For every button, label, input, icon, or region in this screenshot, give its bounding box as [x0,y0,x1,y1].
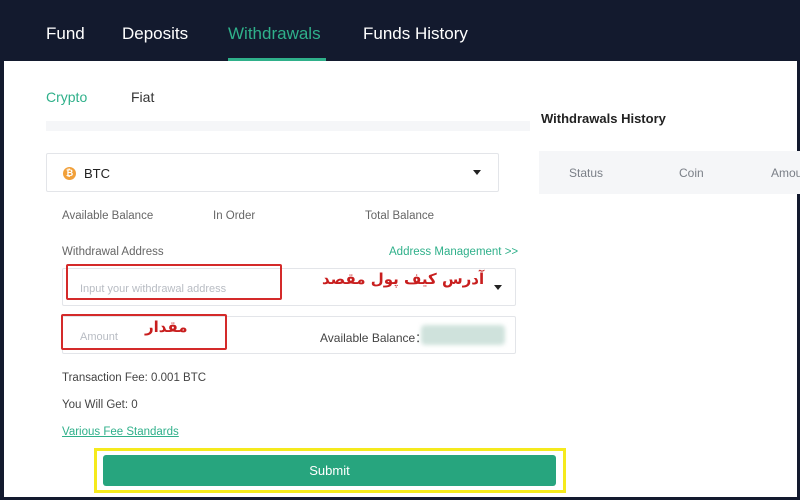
section-divider [46,121,530,131]
history-col-status: Status [569,166,604,180]
address-dropdown-icon[interactable] [494,285,502,290]
history-col-coin: Coin [679,166,704,180]
available-balance-label: Available Balance [62,210,154,222]
active-tab-underline [228,58,326,61]
amount-annotation: مقدار [145,318,188,336]
submit-button[interactable]: Submit [103,455,556,486]
withdrawals-history-title: Withdrawals History [541,111,666,126]
available-balance-value-blurred [421,325,505,345]
tab-fund[interactable]: Fund [46,24,85,44]
bitcoin-icon: ₿ [63,167,76,180]
you-will-get: You Will Get: 0 [62,399,138,411]
transaction-fee: Transaction Fee: 0.001 BTC [62,372,207,384]
history-table-header: Status Coin Amou [539,151,800,194]
tab-funds-history[interactable]: Funds History [363,24,468,44]
withdrawal-address-label: Withdrawal Address [62,246,164,258]
address-management-link[interactable]: Address Management >> [389,246,518,258]
history-col-amount: Amou [771,166,800,180]
subtab-fiat[interactable]: Fiat [131,89,154,105]
coin-selector[interactable]: ₿ BTC [46,153,499,192]
total-balance-label: Total Balance [365,210,435,222]
available-balance-inline-label: Available Balance： [320,331,428,345]
chevron-down-icon [473,170,481,175]
tab-deposits[interactable]: Deposits [122,24,188,44]
fee-standards-link[interactable]: Various Fee Standards [62,426,179,438]
frame-left-border [0,61,4,500]
subtab-crypto[interactable]: Crypto [46,89,87,105]
tab-withdrawals[interactable]: Withdrawals [228,24,321,44]
in-order-label: In Order [213,210,256,222]
address-annotation: آدرس کیف پول مقصد [322,270,485,288]
address-highlight-box [66,264,282,300]
top-nav: Fund Deposits Withdrawals Funds History [0,0,800,61]
amount-highlight-box [61,314,227,350]
coin-label: BTC [84,166,110,181]
